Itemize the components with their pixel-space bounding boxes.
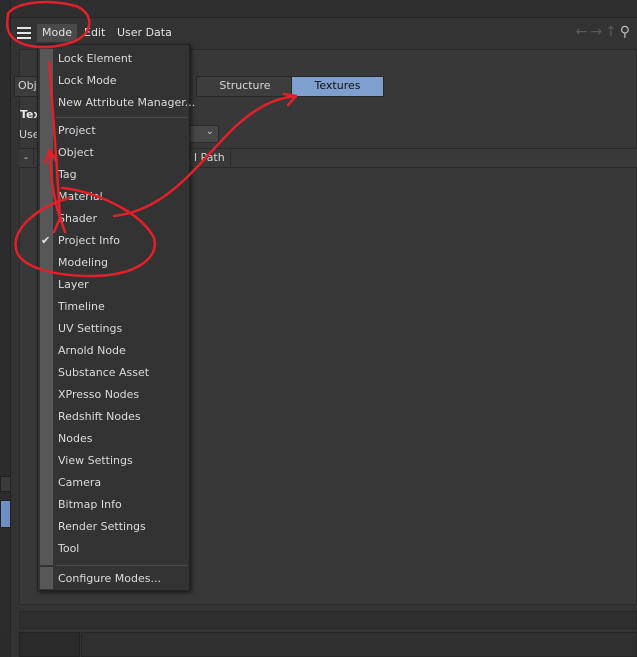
arrow-left-icon[interactable]: ←: [576, 24, 591, 40]
chevron-down-icon: ⌄: [205, 126, 214, 137]
stepper-button[interactable]: [0, 476, 11, 492]
menu-item-new-attribute-manager[interactable]: New Attribute Manager...: [38, 92, 195, 114]
tab-textures[interactable]: Textures: [291, 76, 384, 97]
menu-item-tool[interactable]: Tool: [38, 538, 189, 560]
menu-item-layer[interactable]: Layer: [38, 274, 189, 296]
menu-user-data[interactable]: User Data: [112, 24, 177, 42]
checkmark-icon: ✔: [41, 234, 51, 247]
arrow-up-icon[interactable]: ↑: [605, 24, 620, 40]
menu-item-xpresso-nodes[interactable]: XPresso Nodes: [38, 384, 189, 406]
menu-item-bitmap-info[interactable]: Bitmap Info: [38, 494, 189, 516]
menu-item-project[interactable]: Project: [38, 120, 189, 142]
menu-mode[interactable]: Mode: [37, 24, 77, 42]
search-icon[interactable]: ⚲: [620, 24, 633, 40]
bottom-panel-left: [19, 632, 80, 657]
menu-item-render-settings[interactable]: Render Settings: [38, 516, 189, 538]
menu-item-shader[interactable]: Shader: [38, 208, 189, 230]
hamburger-icon[interactable]: [17, 27, 31, 39]
menu-item-object[interactable]: Object: [38, 142, 189, 164]
menu-bar: Mode Edit User Data ←→↑⚲: [11, 21, 637, 45]
use-select[interactable]: ⌄: [185, 125, 219, 143]
nav-icons: ←→↑⚲: [576, 24, 633, 40]
menu-item-nodes[interactable]: Nodes: [38, 428, 189, 450]
mode-dropdown-menu: Lock Element Lock Mode New Attribute Manag…: [37, 44, 195, 591]
menu-edit[interactable]: Edit: [79, 24, 110, 42]
menu-item-camera[interactable]: Camera: [38, 472, 189, 494]
arrow-right-icon[interactable]: →: [590, 24, 605, 40]
bottom-left: [0, 632, 11, 657]
tab-structure[interactable]: Structure: [196, 76, 294, 97]
bottom-panel-right: [81, 632, 637, 657]
menu-item-view-settings[interactable]: View Settings: [38, 450, 189, 472]
menu-item-arnold-node[interactable]: Arnold Node: [38, 340, 189, 362]
menu-item-tag[interactable]: Tag: [38, 164, 189, 186]
menu-item-lock-mode[interactable]: Lock Mode: [38, 70, 189, 92]
menu-item-project-info[interactable]: ✔ Project Info: [38, 230, 189, 252]
menu-item-uv-settings[interactable]: UV Settings: [38, 318, 189, 340]
menu-item-modeling[interactable]: Modeling: [38, 252, 189, 274]
menu-item-lock-element[interactable]: Lock Element: [38, 48, 189, 70]
column-path[interactable]: l Path: [194, 149, 231, 166]
menu-separator: [56, 565, 187, 566]
left-strip: [0, 0, 11, 657]
menu-item-configure-modes[interactable]: Configure Modes...: [38, 568, 189, 590]
menu-item-timeline[interactable]: Timeline: [38, 296, 189, 318]
left-highlight: [0, 500, 11, 528]
column-first[interactable]: -: [19, 149, 34, 166]
menu-item-label: Project Info: [58, 234, 120, 247]
menu-item-substance-asset[interactable]: Substance Asset: [38, 362, 189, 384]
menu-separator: [56, 117, 187, 118]
menu-item-redshift-nodes[interactable]: Redshift Nodes: [38, 406, 189, 428]
top-bar: [11, 0, 637, 18]
status-bar: [19, 611, 637, 629]
menu-item-material[interactable]: Material: [38, 186, 189, 208]
